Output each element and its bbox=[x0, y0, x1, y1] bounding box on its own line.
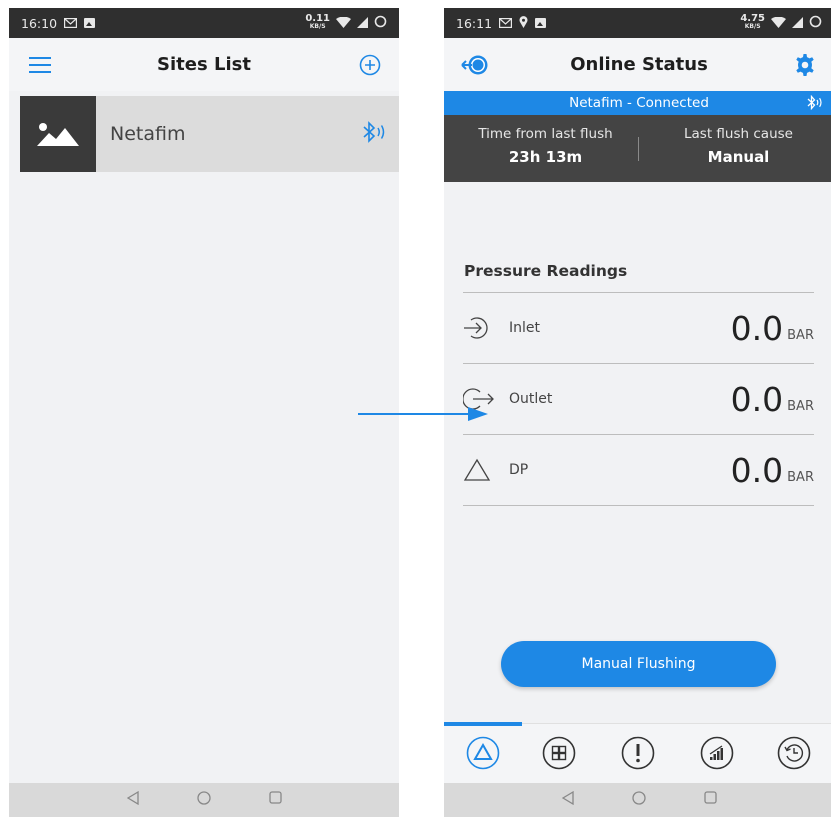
tab-history[interactable] bbox=[776, 735, 812, 771]
flush-info-panel: Time from last flush 23h 13m Last flush … bbox=[444, 115, 831, 182]
recents-square-icon bbox=[703, 791, 717, 804]
disconnect-arrow-icon bbox=[461, 55, 488, 75]
landscape-icon bbox=[37, 123, 79, 146]
status-bar: 16:11 4.75 KB/S bbox=[444, 8, 831, 38]
connection-status-text: Netafim - Connected bbox=[569, 95, 709, 111]
annotation-arrow bbox=[358, 407, 488, 421]
app-bar: Online Status bbox=[444, 38, 831, 91]
image-notification-icon bbox=[84, 18, 96, 28]
app-bar: Sites List bbox=[9, 38, 399, 91]
home-button[interactable] bbox=[196, 790, 211, 810]
pressure-row-dp: DP 0.0 BAR bbox=[463, 435, 814, 505]
time-from-last-flush-value: 23h 13m bbox=[508, 148, 583, 166]
settings-button[interactable] bbox=[790, 50, 820, 80]
back-triangle-icon bbox=[126, 790, 139, 805]
mail-icon bbox=[499, 16, 513, 31]
site-list-item[interactable]: Netafim bbox=[20, 96, 399, 172]
pressure-row-outlet: Outlet 0.0 BAR bbox=[463, 364, 814, 434]
divider bbox=[463, 505, 814, 506]
system-navigation-bar bbox=[9, 783, 399, 817]
recents-button[interactable] bbox=[703, 791, 717, 809]
last-flush-cause: Last flush cause Manual bbox=[651, 126, 826, 166]
pressure-value: 0.0 bbox=[730, 308, 784, 348]
recents-square-icon bbox=[268, 791, 282, 804]
hamburger-icon bbox=[29, 57, 51, 73]
recents-button[interactable] bbox=[268, 791, 282, 809]
pressure-row-inlet: Inlet 0.0 BAR bbox=[463, 293, 814, 363]
add-circle-icon bbox=[359, 54, 381, 76]
wifi-icon bbox=[771, 16, 786, 31]
pressure-unit: BAR bbox=[787, 327, 814, 343]
home-circle-icon bbox=[196, 790, 211, 805]
menu-button[interactable] bbox=[25, 50, 55, 80]
pressure-name: DP bbox=[509, 462, 529, 478]
system-navigation-bar bbox=[444, 783, 831, 817]
sites-list: Netafim bbox=[9, 91, 399, 783]
mail-icon bbox=[64, 16, 78, 31]
network-speed: 4.75 KB/S bbox=[740, 13, 765, 31]
status-time: 16:10 bbox=[21, 15, 58, 31]
pressure-value: 0.0 bbox=[730, 379, 784, 419]
cell-signal-icon bbox=[357, 16, 368, 31]
home-circle-icon bbox=[631, 790, 646, 805]
last-flush-cause-label: Last flush cause bbox=[684, 126, 793, 142]
battery-icon bbox=[374, 15, 387, 31]
image-notification-icon bbox=[535, 18, 547, 28]
location-icon bbox=[519, 15, 528, 31]
pressure-unit: BAR bbox=[787, 398, 814, 414]
status-bar: 16:10 0.11 KB/S bbox=[9, 8, 399, 38]
home-button[interactable] bbox=[631, 790, 646, 810]
time-from-last-flush-label: Time from last flush bbox=[478, 126, 613, 142]
tab-alerts[interactable] bbox=[620, 735, 656, 771]
online-status-screen: 16:11 4.75 KB/S Online Status Netafim - … bbox=[444, 8, 831, 817]
gear-icon bbox=[796, 54, 814, 76]
pressure-name: Outlet bbox=[509, 391, 553, 407]
back-triangle-icon bbox=[561, 790, 574, 805]
history-tab-icon bbox=[777, 736, 811, 770]
pressure-unit: BAR bbox=[787, 469, 814, 485]
tab-dashboard[interactable] bbox=[541, 735, 577, 771]
alert-tab-icon bbox=[621, 736, 655, 770]
site-name: Netafim bbox=[110, 123, 186, 145]
bottom-tab-bar bbox=[444, 722, 831, 783]
bluetooth-icon bbox=[806, 94, 824, 114]
sites-list-screen: 16:10 0.11 KB/S Sites List Netafim bbox=[9, 8, 399, 817]
connection-status-bar: Netafim - Connected bbox=[444, 91, 831, 115]
site-image-placeholder bbox=[20, 96, 96, 172]
tab-statistics[interactable] bbox=[699, 735, 735, 771]
page-title: Sites List bbox=[157, 54, 251, 75]
last-flush-cause-value: Manual bbox=[707, 148, 770, 166]
grid-tab-icon bbox=[542, 736, 576, 770]
pressure-readings-title: Pressure Readings bbox=[464, 262, 628, 280]
status-time: 16:11 bbox=[456, 15, 493, 31]
flush-info-divider bbox=[638, 137, 639, 161]
page-title: Online Status bbox=[570, 54, 708, 75]
tab-status[interactable] bbox=[465, 735, 501, 771]
pressure-name: Inlet bbox=[509, 320, 540, 336]
battery-icon bbox=[809, 15, 822, 31]
back-button[interactable] bbox=[561, 790, 574, 810]
bluetooth-icon bbox=[361, 120, 387, 148]
cell-signal-icon bbox=[792, 16, 803, 31]
signal-tab-icon bbox=[700, 736, 734, 770]
pressure-value: 0.0 bbox=[730, 450, 784, 490]
wifi-icon bbox=[336, 16, 351, 31]
manual-flushing-button[interactable]: Manual Flushing bbox=[501, 641, 776, 687]
triangle-icon bbox=[463, 458, 497, 482]
disconnect-button[interactable] bbox=[460, 50, 490, 80]
network-speed: 0.11 KB/S bbox=[305, 13, 330, 31]
back-button[interactable] bbox=[126, 790, 139, 810]
time-from-last-flush: Time from last flush 23h 13m bbox=[458, 126, 633, 166]
inlet-arrow-icon bbox=[463, 316, 497, 340]
add-site-button[interactable] bbox=[355, 50, 385, 80]
triangle-tab-icon bbox=[466, 736, 500, 770]
active-tab-indicator bbox=[444, 722, 522, 726]
